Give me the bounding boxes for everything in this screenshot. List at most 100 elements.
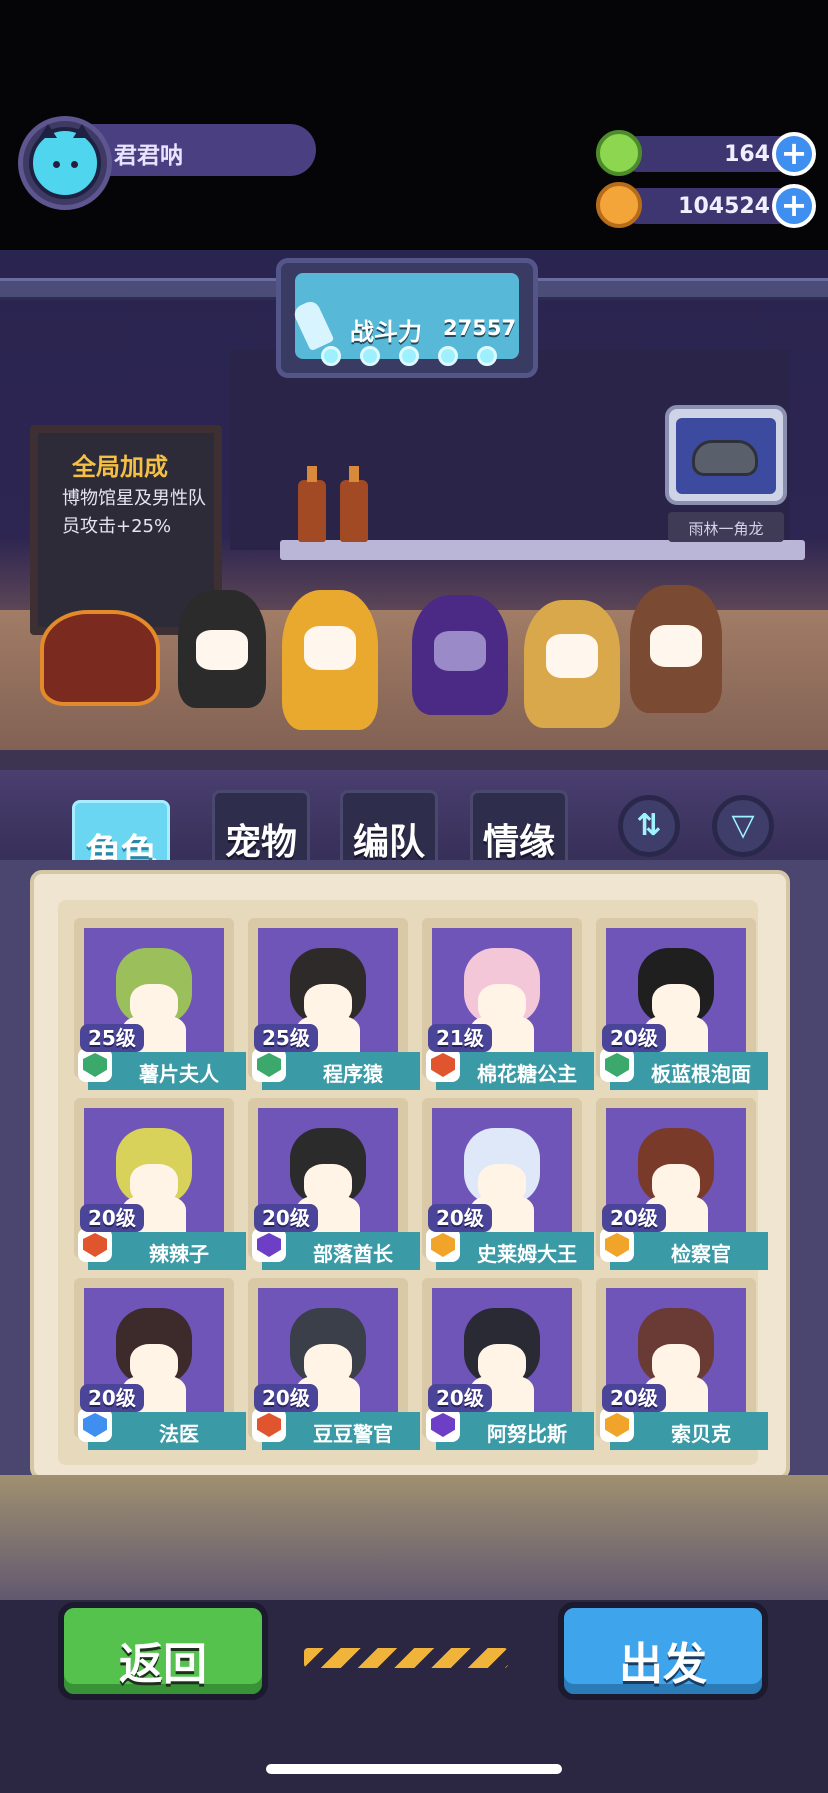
- character-name: 板蓝根泡面: [651, 1062, 751, 1086]
- level-badge: 20级: [602, 1024, 666, 1052]
- avatar[interactable]: [29, 124, 101, 199]
- character-name: 棉花糖公主: [477, 1062, 577, 1086]
- class-shield-icon: [257, 1053, 281, 1077]
- swap-order-button[interactable]: ⇅: [618, 795, 680, 857]
- level-badge: 20级: [428, 1384, 492, 1412]
- character-name: 薯片夫人: [139, 1062, 219, 1086]
- class-badge-icon: [426, 1408, 460, 1442]
- star-dot-icon: [477, 346, 497, 366]
- character-face: [196, 630, 248, 670]
- character-name: 索贝克: [671, 1422, 731, 1446]
- tab-bonds[interactable]: 情缘: [470, 790, 568, 868]
- tab-formation[interactable]: 编队: [340, 790, 438, 868]
- character-name: 程序猿: [323, 1062, 383, 1086]
- character-card[interactable]: 薯片夫人 25级: [74, 918, 246, 1098]
- bottle-prop: [298, 466, 326, 542]
- lava-pet-character[interactable]: [40, 610, 160, 706]
- class-badge-icon: [252, 1408, 286, 1442]
- class-shield-icon: [605, 1413, 629, 1437]
- home-indicator[interactable]: [266, 1764, 562, 1774]
- team-character[interactable]: [630, 585, 722, 713]
- gem-value: 164: [724, 142, 770, 167]
- tab-label: 情缘: [482, 822, 555, 863]
- character-card[interactable]: 史莱姆大王 20级: [422, 1098, 594, 1278]
- add-coin-button[interactable]: +: [772, 184, 816, 228]
- gem-counter: 164 +: [586, 130, 818, 176]
- character-card[interactable]: 阿努比斯 20级: [422, 1278, 594, 1458]
- character-card[interactable]: 辣辣子 20级: [74, 1098, 246, 1278]
- filter-button[interactable]: ▽: [712, 795, 774, 857]
- bottle-prop: [340, 466, 368, 542]
- cat-ear-icon: [39, 124, 57, 138]
- class-shield-icon: [431, 1053, 455, 1077]
- hazard-stripe: [304, 1648, 508, 1668]
- class-badge-icon: [252, 1048, 286, 1082]
- class-shield-icon: [605, 1233, 629, 1257]
- class-shield-icon: [83, 1413, 107, 1437]
- character-card[interactable]: 索贝克 20级: [596, 1278, 768, 1458]
- character-face: [546, 634, 598, 678]
- tab-pets[interactable]: 宠物: [212, 790, 310, 868]
- character-card[interactable]: 检察官 20级: [596, 1098, 768, 1278]
- gem-icon: [596, 130, 642, 176]
- character-name: 豆豆警官: [313, 1422, 393, 1446]
- character-card[interactable]: 板蓝根泡面 20级: [596, 918, 768, 1098]
- character-card[interactable]: 部落酋长 20级: [248, 1098, 420, 1278]
- level-badge: 20级: [80, 1384, 144, 1412]
- star-dot-icon: [399, 346, 419, 366]
- floor-edge: [0, 750, 828, 770]
- back-button[interactable]: 返回: [58, 1602, 268, 1700]
- class-badge-icon: [252, 1228, 286, 1262]
- character-face: [650, 625, 702, 667]
- level-badge: 20级: [254, 1204, 318, 1232]
- level-badge: 21级: [428, 1024, 492, 1052]
- cat-eye-icon: [53, 161, 60, 168]
- class-badge-icon: [600, 1228, 634, 1262]
- back-button-label: 返回: [119, 1639, 207, 1690]
- level-badge: 20级: [80, 1204, 144, 1232]
- star-dot-icon: [360, 346, 380, 366]
- character-face: [434, 631, 486, 671]
- character-name: 史莱姆大王: [477, 1242, 577, 1266]
- class-shield-icon: [257, 1233, 281, 1257]
- class-badge-icon: [78, 1228, 112, 1262]
- power-value: 27557: [443, 316, 517, 340]
- coin-value: 104524: [678, 194, 770, 219]
- character-name: 辣辣子: [149, 1242, 209, 1266]
- character-card[interactable]: 棉花糖公主 21级: [422, 918, 594, 1098]
- class-badge-icon: [78, 1048, 112, 1082]
- character-card[interactable]: 法医 20级: [74, 1278, 246, 1458]
- display-shelf: [280, 540, 805, 560]
- team-character[interactable]: [412, 595, 508, 715]
- bonus-board-title: 全局加成: [72, 453, 168, 481]
- class-shield-icon: [83, 1053, 107, 1077]
- level-badge: 20级: [602, 1384, 666, 1412]
- player-name: 君君呐: [114, 143, 183, 169]
- class-badge-icon: [600, 1048, 634, 1082]
- level-badge: 20级: [428, 1204, 492, 1232]
- swap-icon: ⇅: [636, 808, 662, 843]
- showcase-label: 雨林一角龙: [688, 520, 764, 538]
- character-name: 检察官: [671, 1242, 731, 1266]
- depart-button[interactable]: 出发: [558, 1602, 768, 1700]
- character-name: 法医: [159, 1422, 199, 1446]
- book-base: [0, 1475, 828, 1615]
- level-badge: 20级: [254, 1384, 318, 1412]
- class-shield-icon: [605, 1053, 629, 1077]
- class-badge-icon: [426, 1228, 460, 1262]
- character-card[interactable]: 程序猿 25级: [248, 918, 420, 1098]
- team-character[interactable]: [178, 590, 266, 708]
- level-badge: 25级: [80, 1024, 144, 1052]
- character-name: 阿努比斯: [487, 1422, 567, 1446]
- add-gem-button[interactable]: +: [772, 132, 816, 176]
- level-badge: 20级: [602, 1204, 666, 1232]
- class-badge-icon: [426, 1048, 460, 1082]
- character-card[interactable]: 豆豆警官 20级: [248, 1278, 420, 1458]
- star-dot-icon: [321, 346, 341, 366]
- team-character[interactable]: [282, 590, 378, 730]
- cat-eye-icon: [71, 161, 78, 168]
- tab-label: 宠物: [224, 822, 297, 863]
- team-character[interactable]: [524, 600, 620, 728]
- depart-button-label: 出发: [619, 1639, 707, 1690]
- class-badge-icon: [600, 1408, 634, 1442]
